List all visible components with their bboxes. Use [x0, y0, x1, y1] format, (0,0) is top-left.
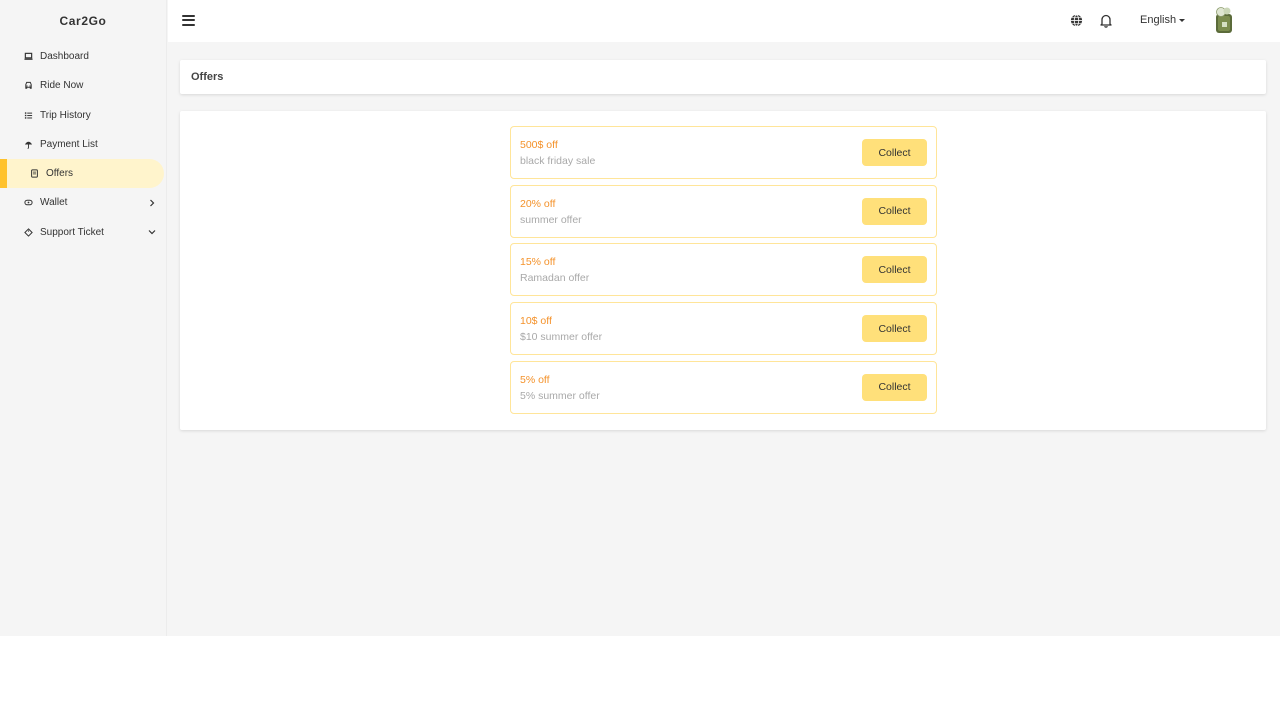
umbrella-icon [22, 139, 34, 151]
sidebar-item-offers[interactable]: Offers [0, 159, 164, 189]
language-dropdown[interactable]: English [1140, 14, 1186, 26]
offer-description: black friday sale [520, 155, 596, 167]
sidebar-item-ride-now[interactable]: Ride Now [0, 71, 166, 100]
sidebar-item-label: Wallet [40, 197, 68, 209]
collect-button[interactable]: Collect [862, 139, 927, 166]
offer-item: 5% off 5% summer offer Collect [510, 360, 937, 414]
sidebar-item-trip-history[interactable]: Trip History [0, 101, 166, 130]
page-title: Offers [180, 60, 1266, 94]
sidebar-item-label: Ride Now [40, 80, 84, 92]
sidebar-item-label: Support Ticket [40, 226, 104, 238]
app-shell: Car2Go Dashboard Ride Now Trip History P… [0, 0, 1280, 636]
offer-item: 500$ off black friday sale Collect [510, 126, 937, 179]
offer-title: 5% off [520, 373, 550, 386]
laptop-icon [22, 51, 34, 63]
offer-title: 500$ off [520, 139, 558, 151]
collect-button[interactable]: Collect [862, 256, 927, 284]
sidebar-item-dashboard[interactable]: Dashboard [0, 42, 166, 71]
offer-description: Ramadan offer [520, 272, 590, 285]
offer-list: 500$ off black friday sale Collect 20% o… [510, 126, 937, 419]
offer-item: 20% off summer offer Collect [510, 184, 937, 238]
caret-down-icon [1179, 19, 1186, 22]
sidebar-item-label: Dashboard [40, 51, 89, 63]
globe-icon[interactable] [1070, 14, 1083, 27]
offers-card: 500$ off black friday sale Collect 20% o… [180, 111, 1266, 430]
offer-description: 5% summer offer [520, 389, 600, 402]
receipt-icon [28, 168, 40, 180]
wallet-icon [22, 197, 34, 209]
sidebar-item-support-ticket[interactable]: Support Ticket [0, 217, 166, 246]
offer-title: 20% off [520, 197, 556, 210]
sidebar-item-label: Trip History [40, 109, 91, 121]
list-icon [22, 109, 34, 121]
sidebar-item-label: Payment List [40, 139, 98, 151]
menu-icon[interactable] [182, 13, 195, 27]
offer-item: 15% off Ramadan offer Collect [510, 243, 937, 297]
sidebar-item-payment-list[interactable]: Payment List [0, 130, 166, 159]
collect-button[interactable]: Collect [862, 373, 927, 401]
sidebar-nav: Dashboard Ride Now Trip History Payment … [0, 42, 166, 247]
avatar[interactable] [1212, 6, 1236, 34]
bell-icon[interactable] [1099, 13, 1113, 28]
car-icon [22, 80, 34, 92]
sidebar-item-label: Offers [46, 168, 74, 180]
brand-logo[interactable]: Car2Go [0, 0, 166, 42]
offer-title: 10$ off [520, 315, 552, 328]
sidebar: Car2Go Dashboard Ride Now Trip History P… [0, 0, 167, 636]
collect-button[interactable]: Collect [862, 315, 927, 343]
offer-description: $10 summer offer [520, 331, 603, 344]
topbar: English [168, 0, 1280, 42]
sidebar-item-wallet[interactable]: Wallet [0, 188, 166, 217]
collect-button[interactable]: Collect [862, 197, 927, 225]
chevron-right-icon [147, 198, 157, 208]
offer-title: 15% off [520, 256, 556, 269]
language-label: English [1140, 14, 1177, 26]
offer-description: summer offer [520, 213, 582, 226]
chevron-down-icon [147, 227, 157, 237]
offer-item: 10$ off $10 summer offer Collect [510, 302, 937, 356]
tag-icon [22, 226, 34, 238]
